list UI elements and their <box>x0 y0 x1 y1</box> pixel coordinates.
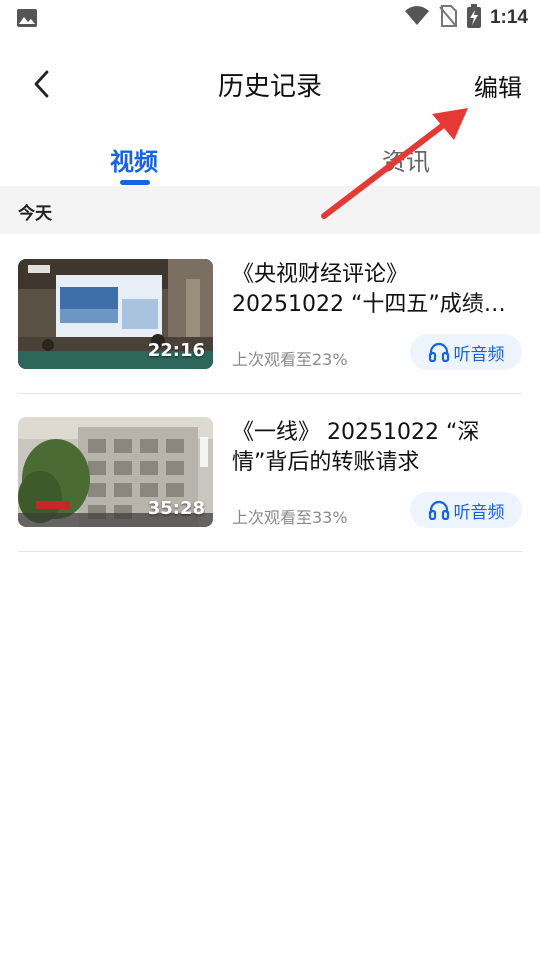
section-title: 今天 <box>18 204 52 224</box>
video-title[interactable]: 《央视财经评论》 20251022 “十四五”成绩单… <box>232 260 526 320</box>
video-duration: 22:16 <box>147 340 205 361</box>
image-icon <box>16 8 38 28</box>
clock: 1:14 <box>489 7 528 28</box>
battery-charging-icon <box>466 4 482 32</box>
section-header: 今天 <box>0 186 540 234</box>
video-duration: 35:28 <box>147 498 205 519</box>
no-sim-icon <box>438 4 458 32</box>
divider <box>18 393 522 394</box>
edit-button[interactable]: 编辑 <box>474 68 522 103</box>
tab-bar: 视频 资讯 <box>0 132 540 188</box>
headphones-icon <box>428 342 449 362</box>
video-title[interactable]: 《一线》 20251022 “深情”背后的转账请求 <box>232 418 526 478</box>
tab-indicator <box>120 180 150 185</box>
header: 历史记录 编辑 <box>0 52 540 116</box>
divider <box>18 551 522 552</box>
headphones-icon <box>428 500 449 520</box>
tab-news[interactable]: 资讯 <box>382 142 430 177</box>
history-item[interactable]: 22:16 《央视财经评论》 20251022 “十四五”成绩单… 上次观看至2… <box>0 240 540 394</box>
listen-audio-button[interactable]: 听音频 <box>410 334 522 370</box>
watch-progress: 上次观看至33% <box>232 508 348 527</box>
wifi-icon <box>404 5 430 31</box>
history-item[interactable]: 35:28 《一线》 20251022 “深情”背后的转账请求 上次观看至33%… <box>0 398 540 552</box>
video-thumbnail[interactable]: 35:28 <box>18 417 213 527</box>
screen: 1:14 历史记录 编辑 视频 资讯 今天 22:16 《央视财经评论》 202… <box>0 0 540 960</box>
tab-video[interactable]: 视频 <box>110 142 158 177</box>
status-bar: 1:14 <box>0 0 540 36</box>
listen-audio-label: 听音频 <box>453 502 505 523</box>
watch-progress: 上次观看至23% <box>232 350 348 369</box>
page-title: 历史记录 <box>217 72 322 102</box>
video-thumbnail[interactable]: 22:16 <box>18 259 213 369</box>
listen-audio-button[interactable]: 听音频 <box>410 492 522 528</box>
listen-audio-label: 听音频 <box>453 344 505 365</box>
